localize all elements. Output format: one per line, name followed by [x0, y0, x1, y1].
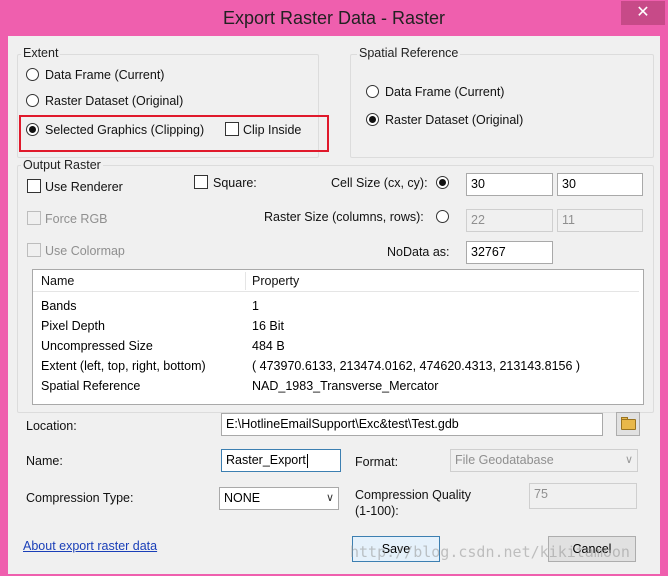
- column-header-name[interactable]: Name: [41, 274, 74, 288]
- use-renderer-label[interactable]: Use Renderer: [45, 180, 123, 194]
- table-row[interactable]: Extent (left, top, right, bottom) ( 4739…: [33, 357, 639, 377]
- row-name: Pixel Depth: [41, 319, 105, 333]
- compression-type-label: Compression Type:: [26, 491, 134, 505]
- cell-size-label: Cell Size (cx, cy):: [331, 176, 428, 190]
- close-button[interactable]: ✕: [621, 1, 665, 25]
- sr-raster-dataset-radio[interactable]: [366, 113, 379, 126]
- watermark: http://blog.csdn.net/kikitamoon: [350, 543, 630, 561]
- force-rgb-label: Force RGB: [45, 212, 108, 226]
- column-header-property[interactable]: Property: [252, 274, 299, 288]
- chevron-down-icon: ∨: [325, 492, 334, 504]
- properties-table: Name Property Bands 1 Pixel Depth 16 Bit…: [32, 269, 644, 405]
- export-raster-dialog: Export Raster Data - Raster ✕ Extent Dat…: [0, 0, 668, 576]
- spatial-reference-group: [350, 54, 654, 158]
- output-raster-group-label: Output Raster: [21, 158, 103, 172]
- raster-size-label: Raster Size (columns, rows):: [264, 210, 424, 224]
- compression-quality-label-line2: (1-100):: [355, 504, 399, 518]
- nodata-input[interactable]: 32767: [466, 241, 553, 264]
- name-input[interactable]: Raster_Export: [221, 449, 341, 472]
- raster-size-columns-input: 22: [466, 209, 553, 232]
- cell-size-cy-input[interactable]: 30: [557, 173, 643, 196]
- properties-table-header: Name Property: [33, 270, 639, 292]
- name-input-value: Raster_Export: [226, 453, 306, 467]
- extent-data-frame-label[interactable]: Data Frame (Current): [45, 68, 164, 82]
- spatial-reference-group-label: Spatial Reference: [357, 46, 461, 60]
- title-bar[interactable]: Export Raster Data - Raster ✕: [0, 0, 668, 36]
- sr-data-frame-label[interactable]: Data Frame (Current): [385, 85, 504, 99]
- cell-size-radio[interactable]: [436, 176, 449, 189]
- format-label: Format:: [355, 455, 399, 469]
- clip-inside-label[interactable]: Clip Inside: [243, 123, 301, 137]
- close-icon: ✕: [636, 4, 650, 21]
- extent-selected-graphics-label[interactable]: Selected Graphics (Clipping): [45, 123, 204, 137]
- square-checkbox[interactable]: [194, 175, 208, 189]
- row-property: 16 Bit: [252, 319, 284, 333]
- row-name: Bands: [41, 299, 77, 313]
- row-property: NAD_1983_Transverse_Mercator: [252, 379, 439, 393]
- chevron-down-icon: ∨: [624, 454, 633, 466]
- extent-selected-graphics-radio[interactable]: [26, 123, 39, 136]
- table-row[interactable]: Spatial Reference NAD_1983_Transverse_Me…: [33, 377, 639, 397]
- table-row[interactable]: Bands 1: [33, 297, 639, 317]
- row-property: ( 473970.6133, 213474.0162, 474620.4313,…: [252, 359, 581, 373]
- format-select-value: File Geodatabase: [455, 453, 554, 467]
- browse-location-button[interactable]: [616, 412, 640, 436]
- row-name: Extent (left, top, right, bottom): [41, 359, 206, 373]
- about-export-link[interactable]: About export raster data: [23, 539, 157, 553]
- compression-quality-label-line1: Compression Quality: [355, 488, 472, 502]
- raster-size-rows-input: 11: [557, 209, 643, 232]
- dialog-body: Extent Data Frame (Current) Raster Datas…: [8, 36, 660, 574]
- extent-raster-dataset-label[interactable]: Raster Dataset (Original): [45, 94, 183, 108]
- force-rgb-checkbox: [27, 211, 41, 225]
- sr-data-frame-radio[interactable]: [366, 85, 379, 98]
- extent-group-label: Extent: [21, 46, 61, 60]
- compression-type-value: NONE: [224, 491, 261, 505]
- row-property: 1: [252, 299, 259, 313]
- row-name: Spatial Reference: [41, 379, 141, 393]
- use-colormap-label: Use Colormap: [45, 244, 125, 258]
- table-row[interactable]: Uncompressed Size 484 B: [33, 337, 639, 357]
- row-name: Uncompressed Size: [41, 339, 153, 353]
- table-row[interactable]: Pixel Depth 16 Bit: [33, 317, 639, 337]
- location-label: Location:: [26, 419, 77, 433]
- square-label[interactable]: Square:: [213, 176, 257, 190]
- raster-size-radio[interactable]: [436, 210, 449, 223]
- nodata-label: NoData as:: [387, 245, 450, 259]
- clip-inside-checkbox[interactable]: [225, 122, 239, 136]
- name-label: Name:: [26, 454, 63, 468]
- window-title: Export Raster Data - Raster: [222, 8, 446, 28]
- compression-quality-input: 75: [529, 483, 637, 509]
- sr-raster-dataset-label[interactable]: Raster Dataset (Original): [385, 113, 523, 127]
- extent-raster-dataset-radio[interactable]: [26, 94, 39, 107]
- use-colormap-checkbox: [27, 243, 41, 257]
- column-separator[interactable]: [245, 272, 246, 290]
- use-renderer-checkbox[interactable]: [27, 179, 41, 193]
- cell-size-cx-input[interactable]: 30: [466, 173, 553, 196]
- compression-type-select[interactable]: NONE ∨: [219, 487, 339, 510]
- format-select: File Geodatabase ∨: [450, 449, 638, 472]
- text-caret: [306, 453, 308, 468]
- row-property: 484 B: [252, 339, 285, 353]
- location-input[interactable]: E:\HotlineEmailSupport\Exc&test\Test.gdb: [221, 413, 603, 436]
- extent-data-frame-radio[interactable]: [26, 68, 39, 81]
- compression-quality-label: Compression Quality (1-100):: [355, 487, 471, 519]
